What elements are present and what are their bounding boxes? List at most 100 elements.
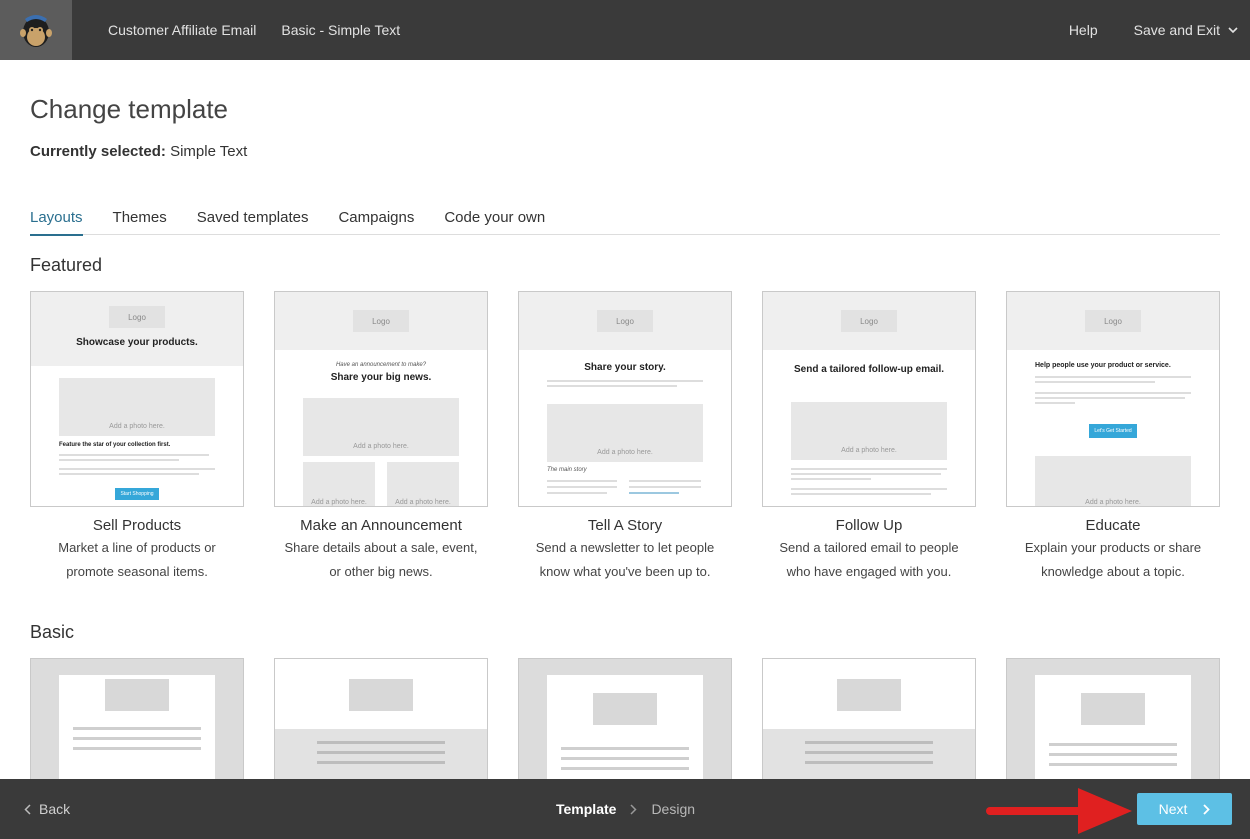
card-desc-line: Send a tailored email to people — [779, 540, 959, 555]
thumb-header: Logo — [519, 292, 731, 350]
thumb-text-line — [547, 486, 617, 488]
template-thumbnail[interactable]: Logo Send a tailored follow-up email. Ad… — [762, 291, 976, 507]
mailchimp-logo[interactable] — [0, 0, 72, 60]
thumb-text-line — [1049, 763, 1177, 766]
featured-cards: Logo Showcase your products. Add a photo… — [30, 291, 1220, 584]
thumb-logo-block — [349, 679, 413, 711]
thumb-text-line — [1035, 376, 1191, 378]
thumb-text-line — [547, 380, 703, 382]
basic-template-thumbnail[interactable] — [1006, 658, 1220, 782]
tab-layouts[interactable]: Layouts — [30, 209, 83, 236]
currently-selected: Currently selected: Simple Text — [30, 143, 1220, 160]
template-card-sell-products[interactable]: Logo Showcase your products. Add a photo… — [30, 291, 244, 584]
template-card-make-an-announcement[interactable]: Logo Have an announcement to make? Share… — [274, 291, 488, 584]
thumb-text-line — [791, 473, 941, 475]
thumb-text-line — [805, 761, 933, 764]
template-card-tell-a-story[interactable]: Logo Share your story. Add a photo here.… — [518, 291, 732, 584]
basic-heading: Basic — [30, 622, 75, 642]
thumb-text-line — [1035, 392, 1191, 394]
thumb-logo: Logo — [109, 306, 165, 328]
save-and-exit-menu[interactable]: Save and Exit — [1134, 22, 1238, 38]
thumb-text-line — [1049, 743, 1177, 746]
thumb-text-line — [547, 480, 617, 482]
thumb-text-line — [317, 761, 445, 764]
thumb-kicker: Have an announcement to make? — [335, 362, 427, 368]
thumb-text-line — [805, 751, 933, 754]
template-thumbnail[interactable]: Logo Have an announcement to make? Share… — [274, 291, 488, 507]
chevron-right-icon — [1203, 803, 1211, 815]
chevron-right-icon — [630, 803, 637, 815]
thumb-text-line — [561, 747, 689, 750]
basic-template-thumbnail[interactable] — [518, 658, 732, 782]
basic-template-thumbnail[interactable] — [30, 658, 244, 782]
card-desc-line: Share details about a sale, event, — [284, 540, 478, 555]
currently-selected-label: Currently selected: — [30, 143, 166, 160]
back-button[interactable]: Back — [24, 801, 70, 817]
thumb-logo-block — [1081, 693, 1145, 725]
thumb-photo: Add a photo here. — [791, 402, 947, 460]
thumb-band — [763, 729, 975, 779]
tab-saved-templates[interactable]: Saved templates — [197, 209, 309, 235]
monkey-icon — [20, 15, 52, 47]
card-description: Market a line of products or promote sea… — [30, 536, 244, 584]
featured-heading: Featured — [30, 255, 103, 275]
card-title: Make an Announcement — [300, 517, 462, 534]
card-description: Explain your products or share knowledge… — [1006, 536, 1220, 584]
breadcrumb-campaign[interactable]: Customer Affiliate Email — [108, 22, 256, 38]
thumb-subhead: The main story — [547, 467, 587, 473]
basic-template-thumbnail[interactable] — [762, 658, 976, 782]
card-description: Share details about a sale, event, or ot… — [274, 536, 488, 584]
step-design[interactable]: Design — [651, 801, 695, 817]
thumb-headline: Send a tailored follow-up email. — [793, 364, 945, 375]
thumb-logo-block — [105, 679, 169, 711]
template-thumbnail[interactable]: Logo Showcase your products. Add a photo… — [30, 291, 244, 507]
thumb-text-line — [791, 488, 947, 490]
thumb-photo: Add a photo here. — [1035, 456, 1191, 506]
template-card-educate[interactable]: Logo Help people use your product or ser… — [1006, 291, 1220, 584]
thumb-text-line — [547, 492, 607, 494]
thumb-text-line — [791, 493, 931, 495]
help-link[interactable]: Help — [1069, 22, 1098, 38]
thumb-photo: Add a photo here. — [387, 462, 459, 506]
card-description: Send a tailored email to people who have… — [762, 536, 976, 584]
next-button[interactable]: Next — [1137, 793, 1232, 825]
thumb-photo: Add a photo here. — [547, 404, 703, 462]
thumb-subhead: Feature the star of your collection firs… — [59, 442, 171, 448]
card-title: Sell Products — [92, 517, 182, 534]
thumb-text-line — [629, 480, 701, 482]
breadcrumb-template[interactable]: Basic - Simple Text — [281, 22, 400, 38]
basic-cards — [30, 658, 1220, 782]
tab-code-your-own[interactable]: Code your own — [444, 209, 545, 235]
card-title: Educate — [1085, 517, 1141, 534]
step-template[interactable]: Template — [556, 801, 616, 817]
thumb-text-line — [1049, 753, 1177, 756]
template-thumbnail[interactable]: Logo Help people use your product or ser… — [1006, 291, 1220, 507]
tab-campaigns[interactable]: Campaigns — [338, 209, 414, 235]
thumb-button: Start Shopping — [115, 488, 159, 500]
thumb-link-line — [629, 492, 679, 494]
card-title: Tell A Story — [587, 517, 663, 534]
thumb-text-line — [791, 468, 947, 470]
card-desc-line: who have engaged with you. — [786, 564, 952, 579]
card-desc-line: promote seasonal items. — [66, 564, 208, 579]
template-card-follow-up[interactable]: Logo Send a tailored follow-up email. Ad… — [762, 291, 976, 584]
next-label: Next — [1158, 801, 1188, 817]
thumb-text-line — [317, 751, 445, 754]
thumb-text-line — [1035, 397, 1185, 399]
thumb-text-line — [317, 741, 445, 744]
thumb-text-line — [1035, 381, 1155, 383]
thumb-text-line — [59, 459, 179, 461]
thumb-header: Logo — [763, 292, 975, 350]
save-and-exit-label: Save and Exit — [1133, 22, 1220, 38]
tab-themes[interactable]: Themes — [113, 209, 167, 235]
thumb-logo: Logo — [1085, 310, 1141, 332]
template-thumbnail[interactable]: Logo Share your story. Add a photo here.… — [518, 291, 732, 507]
card-desc-line: Send a newsletter to let people — [535, 540, 715, 555]
thumb-headline: Share your big news. — [330, 372, 432, 383]
basic-template-thumbnail[interactable] — [274, 658, 488, 782]
thumb-text-line — [59, 454, 209, 456]
card-desc-line: or other big news. — [329, 564, 433, 579]
thumb-logo-block — [593, 693, 657, 725]
thumb-band — [275, 729, 487, 779]
thumb-text-line — [73, 737, 201, 740]
